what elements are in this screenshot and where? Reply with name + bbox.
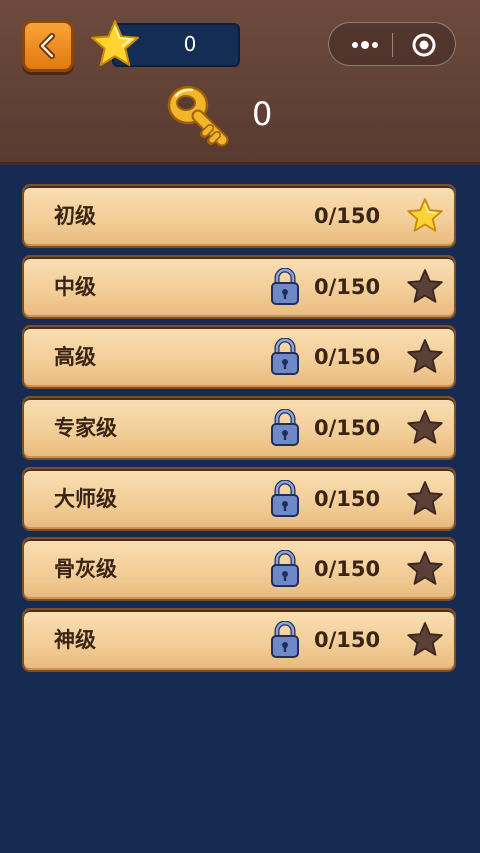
level-row-veteran[interactable]: 骨灰级 0/150 (22, 537, 456, 602)
level-progress: 0/150 (314, 204, 381, 228)
level-row-advanced[interactable]: 高级 0/150 (22, 325, 456, 390)
dark-star-icon (407, 622, 443, 656)
level-progress: 0/150 (314, 345, 381, 370)
chevron-left-icon (39, 33, 55, 59)
level-progress: 0/150 (314, 557, 381, 582)
level-row-god[interactable]: 神级 0/150 (22, 608, 456, 673)
gold-star-icon (407, 198, 443, 232)
mini-program-capsule (328, 22, 456, 66)
dark-star-icon (407, 551, 443, 586)
more-dots-icon[interactable] (347, 35, 383, 55)
level-name: 中级 (54, 274, 96, 299)
level-name: 高级 (54, 345, 96, 370)
dark-star-icon (407, 268, 443, 303)
capsule-divider (392, 33, 393, 57)
lock-icon (271, 338, 299, 376)
level-progress: 0/150 (314, 628, 381, 653)
level-name: 大师级 (54, 486, 117, 511)
level-progress: 0/150 (314, 416, 381, 441)
target-close-icon[interactable] (411, 32, 437, 58)
lock-icon (271, 267, 299, 305)
top-bar: 0 0 (0, 0, 480, 165)
key-count: 0 (252, 95, 273, 133)
level-progress: 0/150 (314, 274, 381, 299)
level-name: 神级 (54, 628, 96, 653)
level-name: 专家级 (54, 416, 117, 441)
lock-icon (271, 409, 299, 447)
key-icon (167, 85, 229, 147)
level-progress: 0/150 (314, 486, 381, 511)
level-row-expert[interactable]: 专家级 0/150 (22, 396, 456, 461)
score-value: 0 (183, 32, 197, 56)
back-button[interactable] (22, 20, 74, 72)
level-row-master[interactable]: 大师级 0/150 (22, 466, 456, 531)
level-name: 骨灰级 (54, 557, 117, 582)
level-name: 初级 (54, 204, 96, 228)
star-icon (91, 20, 139, 66)
dark-star-icon (407, 410, 443, 444)
dark-star-icon (407, 339, 443, 374)
lock-icon (271, 621, 299, 659)
level-row-beginner[interactable]: 初级 0/150 (22, 184, 456, 248)
level-list: 初级 0/150 中级 0/150 高级 0/150 专家级 0/150 大师级… (22, 184, 456, 679)
dark-star-icon (407, 480, 443, 515)
lock-icon (271, 550, 299, 588)
lock-icon (271, 479, 299, 517)
level-row-intermediate[interactable]: 中级 0/150 (22, 254, 456, 319)
